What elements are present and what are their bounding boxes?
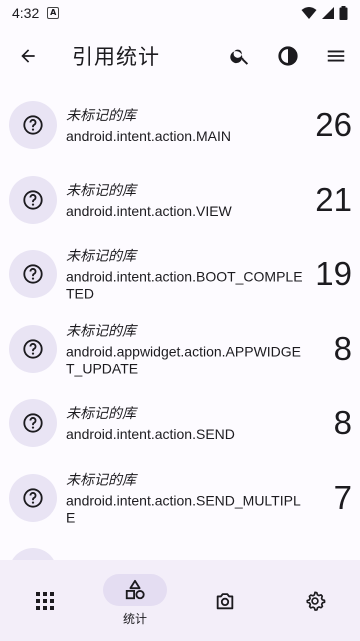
item-avatar [9, 324, 57, 373]
component-name: android.intent.action.MAIN [66, 128, 231, 145]
bottom-navigation: 统计 [0, 560, 360, 641]
battery-icon [339, 6, 348, 20]
item-avatar [9, 175, 57, 224]
help-circle-icon [23, 488, 43, 508]
list-item[interactable]: 未标记的库 android.intent.action.BOOT_COMPLET… [0, 237, 360, 312]
library-label: 未标记的库 [66, 108, 136, 125]
item-avatar [9, 548, 57, 560]
list-item[interactable]: 未标记的库 android.intent.action.VIEW 21 [0, 163, 360, 238]
library-label: 未标记的库 [66, 248, 136, 265]
list-item[interactable]: 未标记的库 android.intent.action.SEND 8 [0, 386, 360, 461]
reference-count: 7 [333, 478, 352, 516]
menu-button[interactable] [312, 30, 360, 82]
status-bar: 4:32 A [0, 0, 360, 26]
nav-settings[interactable] [270, 560, 360, 641]
reference-count: 21 [315, 180, 352, 218]
nav-snapshot[interactable] [180, 560, 270, 641]
help-circle-icon [23, 115, 43, 135]
nav-apps[interactable] [0, 560, 90, 641]
component-name: android.appwidget.action.APPWIDGET_UPDAT… [66, 343, 302, 377]
list-item[interactable]: 未标记的库 android.intent.action.SEND_MULTIPL… [0, 461, 360, 536]
reference-count: 8 [333, 329, 352, 367]
list-item[interactable] [0, 535, 360, 560]
library-label: 未标记的库 [66, 182, 136, 199]
item-avatar [9, 399, 57, 448]
nav-statistics-label: 统计 [122, 612, 147, 626]
help-circle-icon [23, 413, 43, 433]
list-item[interactable]: 未标记的库 android.intent.action.MAIN 26 [0, 88, 360, 163]
signal-icon [322, 7, 334, 19]
search-icon [230, 49, 249, 65]
component-name: android.intent.action.BOOT_COMPLETED [66, 268, 303, 302]
library-label: 未标记的库 [66, 323, 136, 340]
gear-icon [306, 590, 326, 611]
wifi-icon [301, 7, 317, 19]
item-avatar [9, 250, 57, 299]
item-avatar [9, 473, 57, 522]
help-circle-icon [23, 264, 43, 284]
component-name: android.intent.action.SEND [66, 426, 235, 443]
component-name: android.intent.action.VIEW [66, 202, 232, 219]
item-avatar [9, 101, 57, 150]
search-button[interactable] [216, 30, 264, 82]
notification-a-icon: A [47, 7, 60, 19]
menu-icon [327, 50, 345, 62]
arrow-back-icon [21, 49, 35, 63]
list-item[interactable]: 未标记的库 android.appwidget.action.APPWIDGET… [0, 312, 360, 387]
help-circle-icon [23, 339, 43, 359]
reference-count: 19 [315, 255, 352, 293]
library-label: 未标记的库 [66, 472, 136, 489]
reference-count: 8 [333, 404, 352, 442]
chart-button[interactable] [264, 30, 312, 82]
library-label: 未标记的库 [66, 406, 136, 423]
component-name: android.intent.action.SEND_MULTIPLE [66, 492, 301, 526]
grid-icon [36, 591, 54, 610]
status-time: 4:32 [12, 5, 40, 21]
reference-count: 26 [315, 106, 352, 144]
pie-chart-icon [278, 46, 298, 66]
camera-icon [216, 592, 234, 609]
top-app-bar: 引用统计 [0, 30, 360, 82]
page-title: 引用统计 [72, 45, 160, 69]
help-circle-icon [23, 190, 43, 210]
reference-list[interactable]: 未标记的库 android.intent.action.MAIN 26 未标记的… [0, 88, 360, 560]
status-icons [301, 6, 348, 20]
shapes-icon [125, 579, 145, 600]
back-button[interactable] [0, 30, 56, 82]
nav-statistics[interactable]: 统计 [90, 560, 180, 641]
